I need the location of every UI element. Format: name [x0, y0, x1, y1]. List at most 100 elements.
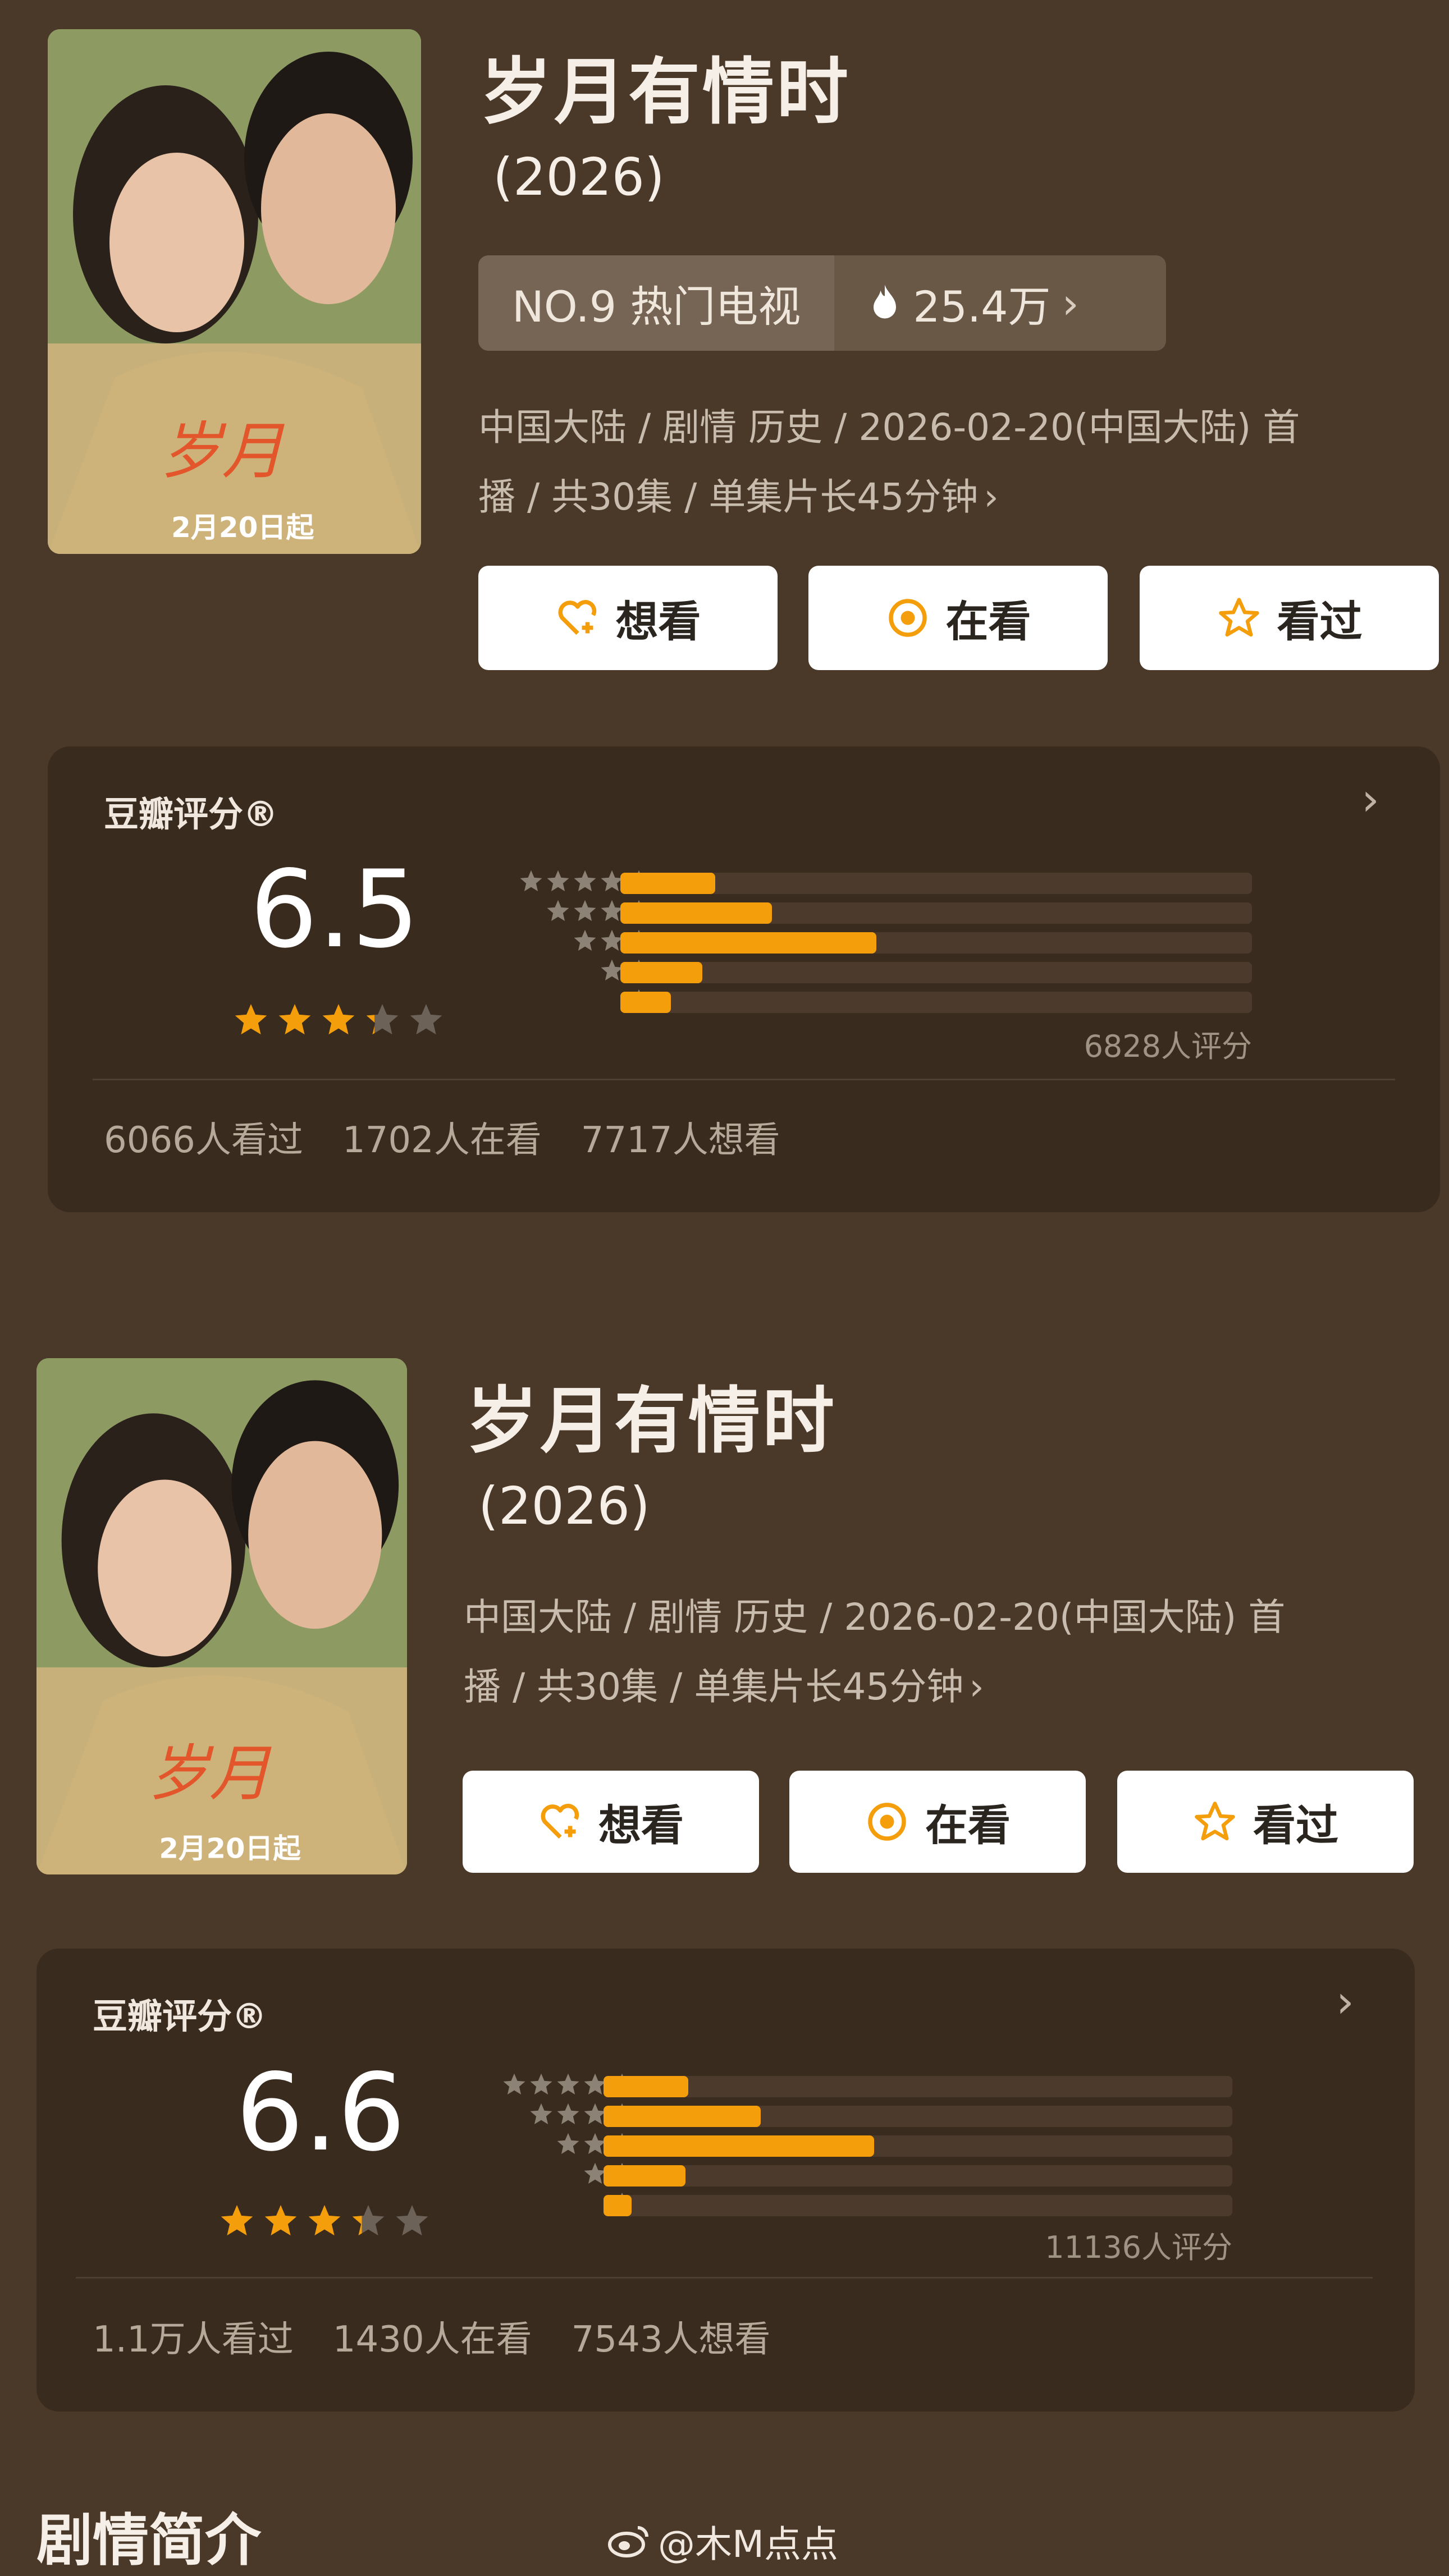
- star-icon: [308, 2205, 341, 2236]
- bar-track-4-star: [620, 902, 1252, 924]
- watching-button[interactable]: 在看: [789, 1771, 1086, 1873]
- rating-card-bottom[interactable]: 豆瓣评分® › 6.6 11136人评分 1.1万人看过 1430人在看 754…: [36, 1949, 1415, 2412]
- show-title: 岁月有情时: [480, 51, 851, 134]
- want-count: 7717人想看: [580, 1120, 780, 1161]
- bar-fill-3-star: [604, 2135, 874, 2157]
- chevron-right-icon[interactable]: ›: [1361, 773, 1379, 826]
- want-label: 想看: [598, 1800, 684, 1850]
- star-icon: [520, 870, 542, 891]
- star-icon: [574, 870, 596, 891]
- watched-button[interactable]: 看过: [1117, 1771, 1414, 1873]
- bar-fill-1-star: [620, 992, 671, 1013]
- watermark: @木M点点: [606, 2514, 838, 2568]
- divider: [93, 1079, 1395, 1080]
- heart-plus-icon: [541, 1804, 579, 1839]
- chevron-right-icon: ›: [969, 1665, 984, 1708]
- show-year: (2026): [478, 1476, 650, 1536]
- watching-label: 在看: [925, 1800, 1011, 1850]
- chevron-right-icon: ›: [984, 475, 999, 519]
- target-icon: [868, 1803, 906, 1841]
- star-icon: [530, 2103, 552, 2124]
- chevron-right-icon[interactable]: ›: [1336, 1975, 1354, 2028]
- star-outline-icon: [1218, 598, 1259, 637]
- synopsis-title: 剧情简介: [36, 2508, 261, 2573]
- poster-image-top[interactable]: 岁月 2月20日起: [48, 29, 421, 554]
- vote-count: 6828人评分: [1084, 1029, 1252, 1064]
- star-icon: [264, 2205, 297, 2236]
- bar-fill-5-star: [620, 873, 715, 894]
- show-meta[interactable]: 中国大陆 / 剧情 历史 / 2026-02-20(中国大陆) 首 播 / 共3…: [478, 393, 1433, 532]
- star-icon: [557, 2133, 579, 2154]
- star-icon: [410, 1004, 442, 1035]
- watched-label: 看过: [1253, 1800, 1338, 1850]
- bar-fill-4-star: [620, 902, 772, 924]
- watching-count: 1430人在看: [332, 2319, 532, 2360]
- bar-fill-2-star: [620, 962, 703, 983]
- star-icon: [557, 2103, 579, 2124]
- star-icon: [235, 1004, 267, 1035]
- watching-button[interactable]: 在看: [808, 566, 1108, 670]
- bar-track-3-star: [620, 932, 1252, 954]
- star-outline-icon: [1195, 1802, 1235, 1841]
- poster-date-text: 2月20日起: [159, 1832, 301, 1865]
- flame-icon: [874, 285, 897, 319]
- bar-fill-2-star: [604, 2165, 685, 2187]
- bar-track-5-star: [620, 873, 1252, 894]
- rank-badge[interactable]: NO.9 热门电视 25.4万 ›: [478, 255, 1166, 351]
- watched-count: 1.1万人看过: [93, 2319, 294, 2360]
- rank-label: NO.9 热门电视: [478, 255, 835, 351]
- rating-label: 豆瓣评分®: [104, 794, 278, 835]
- bar-track-1-star: [620, 992, 1252, 1013]
- rating-score: 6.5: [250, 847, 420, 971]
- rating-stars: [219, 2203, 430, 2239]
- heat-value: 25.4万: [913, 282, 1051, 332]
- divider: [76, 2277, 1373, 2279]
- want-count: 7543人想看: [571, 2319, 771, 2360]
- star-icon: [574, 900, 596, 921]
- show-meta[interactable]: 中国大陆 / 剧情 历史 / 2026-02-20(中国大陆) 首 播 / 共3…: [464, 1583, 1418, 1722]
- star-icon: [547, 870, 569, 891]
- watch-counts: 6066人看过 1702人在看 7717人想看: [104, 1111, 780, 1163]
- star-icon: [557, 2073, 579, 2094]
- bar-track-2-star: [604, 2165, 1232, 2187]
- bar-track-3-star: [604, 2135, 1232, 2157]
- rating-card-top[interactable]: 豆瓣评分® › 6.5 6828人评分 6066人看过 1702人在看 7717…: [48, 746, 1440, 1212]
- heart-plus-icon: [558, 600, 596, 635]
- bar-track-5-star: [604, 2076, 1232, 2097]
- bar-track-2-star: [620, 962, 1252, 983]
- watch-counts: 1.1万人看过 1430人在看 7543人想看: [93, 2311, 771, 2362]
- rating-label: 豆瓣评分®: [93, 1996, 267, 2037]
- watching-label: 在看: [945, 597, 1031, 647]
- watched-label: 看过: [1277, 597, 1363, 647]
- bar-track-4-star: [604, 2106, 1232, 2127]
- star-icon: [530, 2073, 552, 2094]
- vote-count: 11136人评分: [1045, 2230, 1232, 2265]
- target-icon: [888, 599, 927, 637]
- meta-line-2: 播 / 共30集 / 单集片长45分钟: [478, 475, 979, 519]
- svg-text:岁月: 岁月: [148, 1738, 272, 1809]
- star-icon: [396, 2205, 428, 2236]
- bar-fill-3-star: [620, 932, 876, 954]
- want-button[interactable]: 想看: [463, 1771, 759, 1873]
- star-icon: [366, 1004, 399, 1035]
- star-icon: [503, 2073, 525, 2094]
- meta-line-2: 播 / 共30集 / 单集片长45分钟: [464, 1665, 964, 1708]
- chevron-right-icon: ›: [1062, 278, 1079, 328]
- want-button[interactable]: 想看: [478, 566, 778, 670]
- bar-fill-4-star: [604, 2106, 761, 2127]
- watching-count: 1702人在看: [342, 1120, 542, 1161]
- bar-fill-5-star: [604, 2076, 689, 2097]
- poster-image-bottom[interactable]: 岁月 2月20日起: [36, 1358, 407, 1874]
- rating-score: 6.6: [236, 2051, 406, 2175]
- star-icon: [221, 2205, 253, 2236]
- poster-date-text: 2月20日起: [171, 511, 314, 544]
- weibo-icon: [608, 2526, 648, 2557]
- meta-line-1: 中国大陆 / 剧情 历史 / 2026-02-20(中国大陆) 首: [478, 406, 1300, 449]
- show-title: 岁月有情时: [466, 1379, 837, 1463]
- want-label: 想看: [615, 597, 701, 647]
- show-year: (2026): [493, 147, 665, 207]
- watched-button[interactable]: 看过: [1140, 566, 1439, 670]
- rating-stars: [233, 1002, 444, 1038]
- star-icon: [574, 929, 596, 951]
- star-icon: [278, 1004, 311, 1035]
